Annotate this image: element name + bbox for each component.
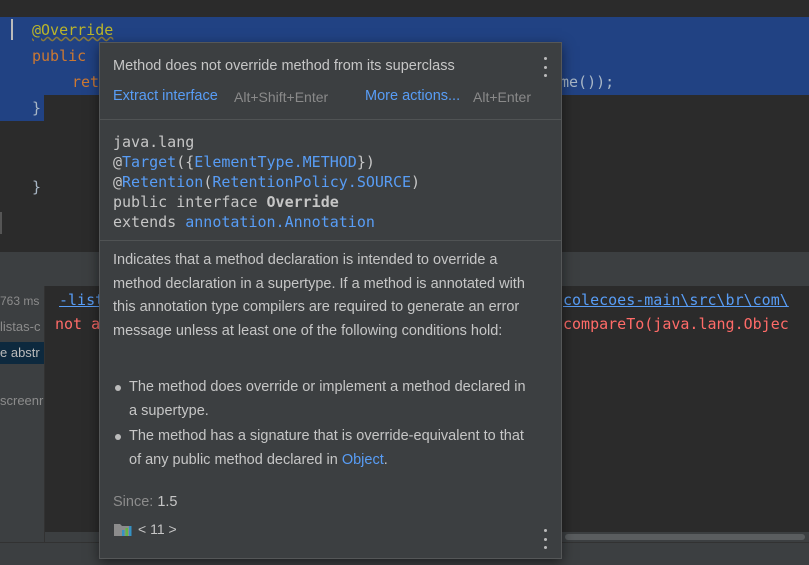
extract-interface-shortcut: Alt+Shift+Enter: [234, 89, 329, 105]
bullet-dot: [115, 385, 121, 391]
at-sign: @: [113, 173, 123, 191]
run-tree[interactable]: 763 ms listas-c e abstr screenr: [0, 286, 45, 564]
since-info: Since: 1.5: [113, 494, 178, 510]
code-line-tail: me());: [560, 73, 615, 91]
console-error: not a: [55, 315, 101, 333]
bottom-more-options-icon[interactable]: [542, 529, 548, 549]
doc-description: Indicates that a method declaration is i…: [113, 252, 525, 339]
scrollbar-thumb[interactable]: [565, 534, 805, 540]
element-type-link[interactable]: ElementType.METHOD: [194, 153, 357, 171]
extends-clause: extends annotation.Annotation: [113, 213, 375, 231]
declaration-signature: java.lang @Target({ElementType.METHOD}) …: [100, 120, 561, 241]
run-tree-item[interactable]: screenr: [0, 393, 43, 408]
package-name: java.lang: [113, 133, 195, 151]
public-keyword: public: [32, 47, 87, 65]
run-tree-item[interactable]: listas-c: [0, 319, 40, 334]
since-label: Since:: [113, 494, 154, 510]
paren: ): [411, 173, 421, 191]
jdk-version[interactable]: < 11 >: [138, 521, 177, 537]
bullet-dot: [115, 434, 121, 440]
paren: (: [203, 173, 213, 191]
target-link[interactable]: Target: [122, 153, 176, 171]
retention-annotation: @Retention(RetentionPolicy.SOURCE): [113, 173, 420, 191]
return-keyword: ret: [72, 73, 100, 91]
inspection-header: Method does not override method from its…: [100, 43, 561, 120]
override-annotation[interactable]: @Override: [32, 17, 113, 43]
extract-interface-action[interactable]: Extract interface: [113, 88, 218, 104]
console-link[interactable]: -list: [59, 291, 104, 309]
at-sign: @: [113, 153, 123, 171]
run-duration: 763 ms: [0, 294, 40, 308]
gutter-marker: [0, 212, 2, 234]
bullet-suffix: .: [383, 451, 388, 468]
library-icon: [113, 521, 133, 537]
retention-link[interactable]: Retention: [122, 173, 203, 191]
text-caret: [11, 19, 13, 40]
console-path-link[interactable]: colecoes-main\src\br\com\: [563, 291, 789, 309]
paren: ({: [176, 153, 195, 171]
selection-line-1: [0, 17, 809, 43]
inspection-message: Method does not override method from its…: [113, 58, 455, 74]
paren: }): [356, 153, 375, 171]
more-actions-link[interactable]: More actions...: [365, 88, 460, 104]
target-annotation: @Target({ElementType.METHOD}): [113, 153, 375, 171]
bullet-text-2: The method has a signature that is overr…: [129, 425, 534, 472]
bullet-text: The method has a signature that is overr…: [129, 428, 524, 468]
closing-brace: }: [32, 99, 42, 117]
annotation-link[interactable]: annotation.Annotation: [185, 213, 375, 231]
more-actions-shortcut: Alt+Enter: [473, 89, 531, 105]
class-closing-brace: }: [32, 178, 42, 196]
editor-top-strip: [0, 0, 809, 16]
retention-policy-link[interactable]: RetentionPolicy.SOURCE: [212, 173, 411, 191]
extends-keyword: extends: [113, 213, 186, 231]
library-info[interactable]: < 11 >: [113, 521, 177, 537]
since-value: 1.5: [157, 494, 178, 510]
more-options-icon[interactable]: [542, 57, 548, 77]
bullet-text: The method does override or implement a …: [129, 379, 526, 419]
interface-declaration: public interface Override: [113, 193, 339, 211]
run-tree-item-selected[interactable]: e abstr: [0, 342, 44, 364]
console-error-detail: compareTo(java.lang.Objec: [563, 315, 789, 333]
interface-name: Override: [266, 193, 339, 211]
decl-prefix: public interface: [113, 193, 267, 211]
documentation-popup: Method does not override method from its…: [99, 42, 562, 559]
object-link[interactable]: Object: [342, 452, 384, 468]
